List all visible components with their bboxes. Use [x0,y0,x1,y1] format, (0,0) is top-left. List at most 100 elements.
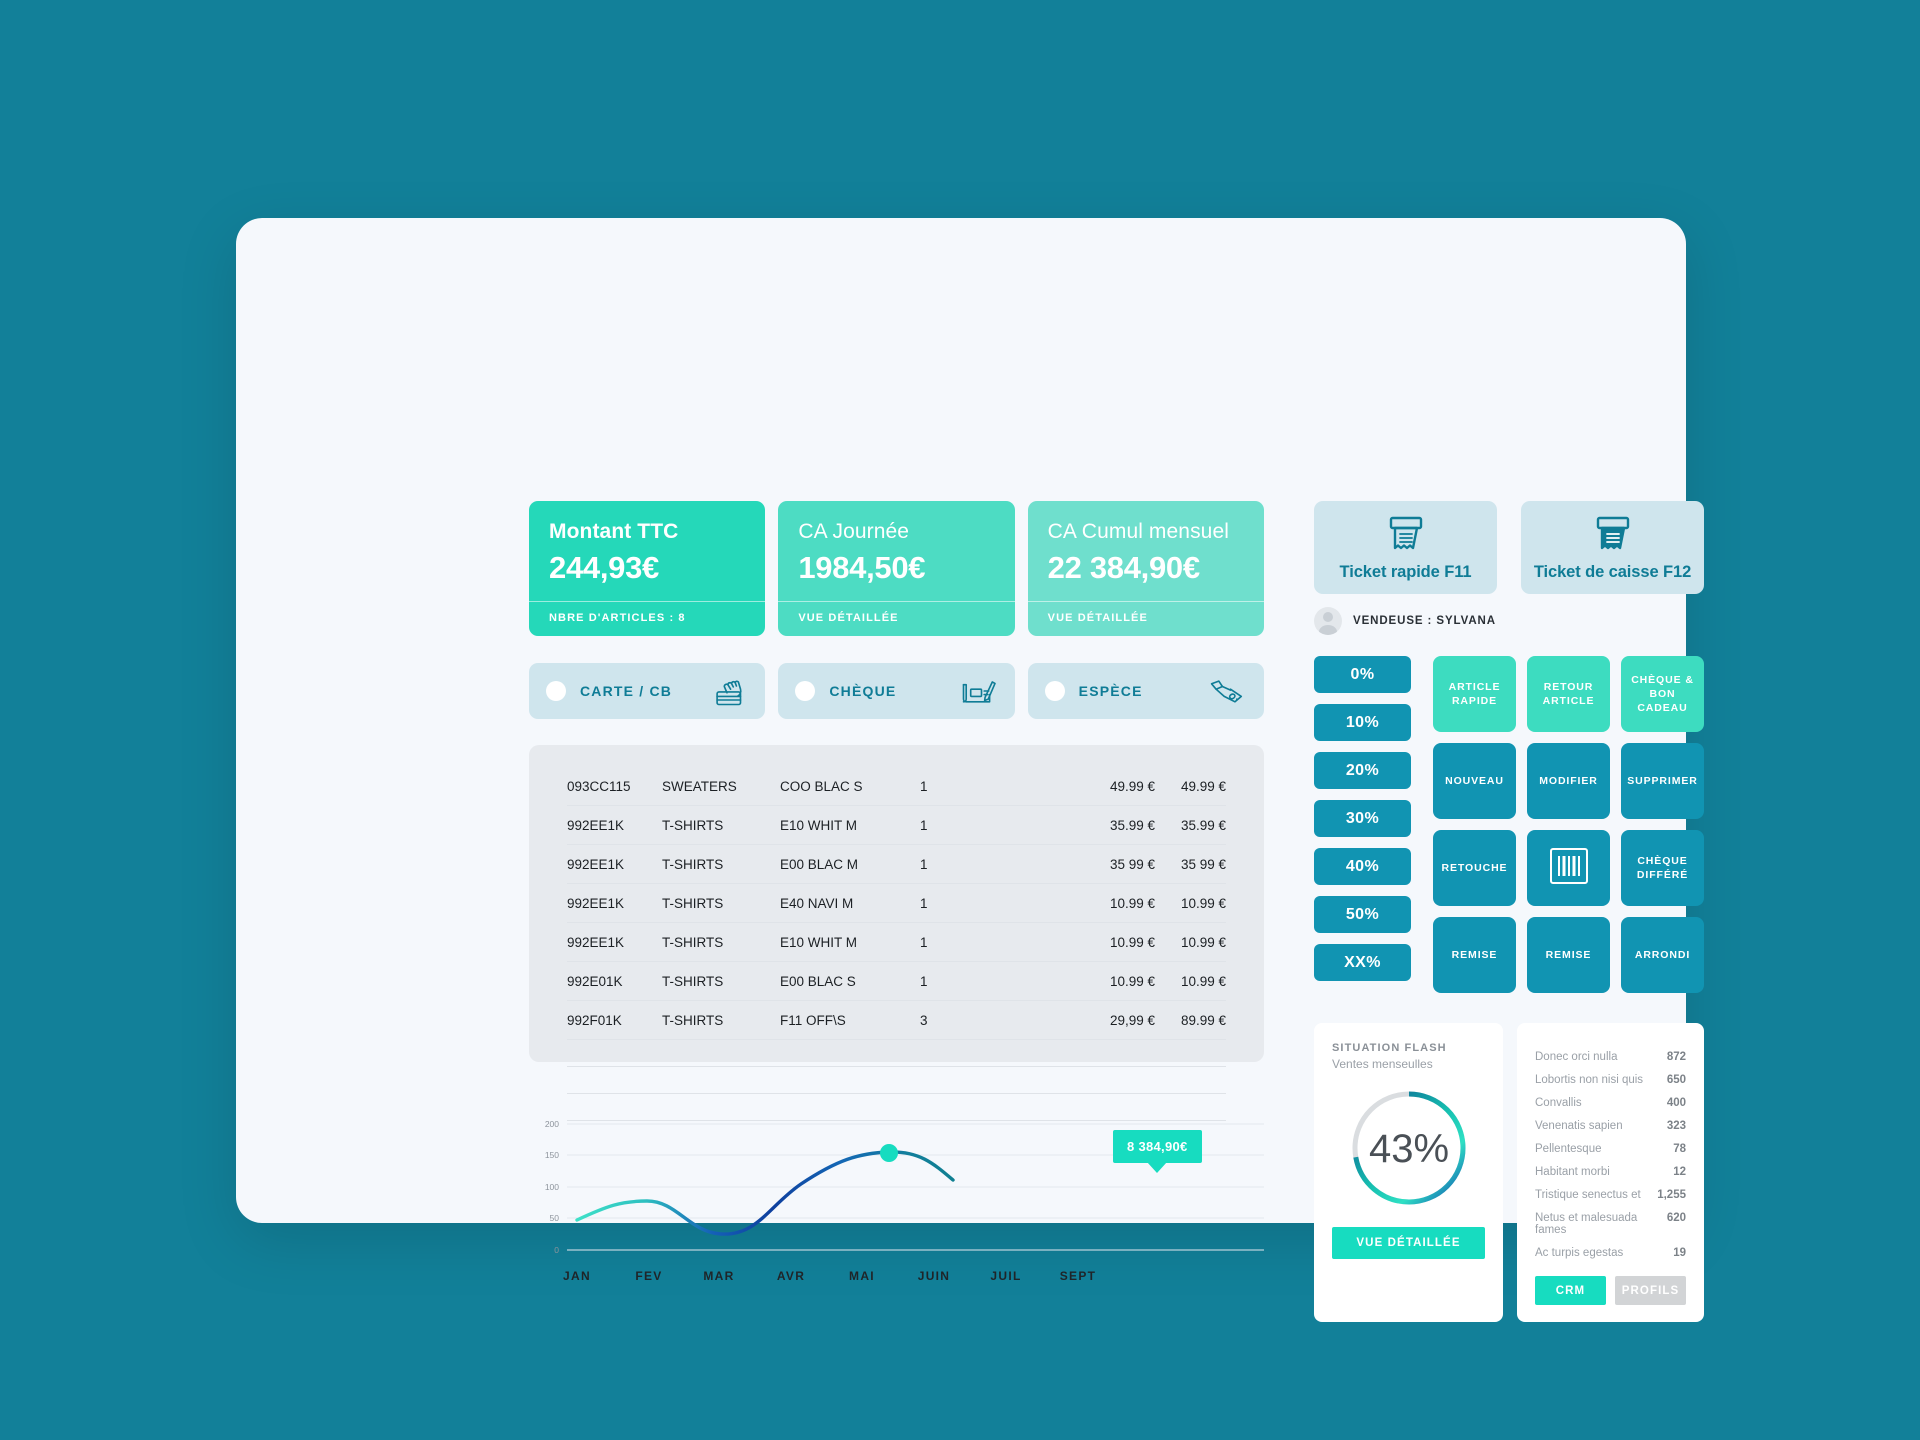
action-button-label: RETOUCHE [1441,861,1508,874]
table-row[interactable]: 992EE1K T-SHIRTS E10 WHIT M 1 35.99 €35.99 € [567,805,1226,845]
list-item-value: 12 [1673,1165,1686,1178]
list-item-value: 323 [1666,1119,1686,1132]
table-cell-total: 35.99 € [1155,805,1226,845]
list-item-label: Venenatis sapien [1535,1119,1623,1132]
action-button-label: MODIFIER [1539,774,1598,787]
list-item-label: Convallis [1535,1096,1582,1109]
list-item[interactable]: Netus et malesuada fames 620 [1535,1206,1686,1241]
table-cell-total: 35 99 € [1155,844,1226,884]
action-button-modifier[interactable]: MODIFIER [1527,743,1610,819]
discount-button-0-percent[interactable]: 0% [1314,656,1411,693]
ticket-buttons-row: Ticket rapide F11 Ticket de caisse F12 [1314,501,1704,594]
discount-button-20-percent[interactable]: 20% [1314,752,1411,789]
table-row[interactable]: 992EE1K T-SHIRTS E40 NAVI M 1 10.99 €10.99 € [567,883,1226,923]
table-cell-unit: 49.99 € [1040,767,1155,806]
action-button-barcode[interactable] [1527,830,1610,906]
revenue-line-chart[interactable]: 200 150 100 50 0 JAN FEV MAR AVR MAI JUI… [529,1108,1264,1286]
table-cell-total: 10.99 € [1155,922,1226,962]
table-cell-unit: 10.99 € [1040,961,1155,1001]
radio-espece[interactable] [1044,681,1065,701]
situation-flash-title: SITUATION FLASH [1332,1042,1447,1054]
list-item[interactable]: Donec orci nulla 872 [1535,1045,1686,1068]
discount-buttons-column: 0% 10% 20% 30% 40% 50% XX% [1314,656,1411,993]
summary-card-footer[interactable]: VUE DÉTAILLÉE [778,601,1015,636]
stats-cta-row: CRM PROFILS [1535,1276,1686,1305]
table-cell-qty: 1 [920,767,1040,806]
table-cell-ref: 992E01K [567,961,662,1001]
right-panel: Ticket rapide F11 Ticket de caisse F12 V… [1314,501,1704,1322]
profils-button[interactable]: PROFILS [1615,1276,1686,1305]
discount-button-xx-percent[interactable]: XX% [1314,944,1411,981]
list-item[interactable]: Habitant morbi 12 [1535,1160,1686,1183]
ticket-de-caisse-button[interactable]: Ticket de caisse F12 [1521,501,1704,594]
action-button-retour-article[interactable]: RETOUR ARTICLE [1527,656,1610,732]
list-item-value: 620 [1666,1211,1686,1224]
table-cell-empty [567,1039,1226,1067]
table-cell-category: T-SHIRTS [662,844,780,884]
summary-card-footer[interactable]: VUE DÉTAILLÉE [1027,601,1264,636]
summary-card-body: Montant TTC 244,93€ [529,501,765,601]
action-button-supprimer[interactable]: SUPPRIMER [1621,743,1704,819]
table-cell-desc: E00 BLAC M [780,844,920,884]
table-cell-desc: E10 WHIT M [780,922,920,962]
vendeuse-row[interactable]: VENDEUSE : SYLVANA [1314,607,1704,635]
action-button-article-rapide[interactable]: ARTICLE RAPIDE [1433,656,1516,732]
table-cell-category: T-SHIRTS [662,1000,780,1040]
payment-option-carte-cb[interactable]: CARTE / CB [529,663,766,719]
table-cell-category: T-SHIRTS [662,883,780,923]
table-cell-ref: 992EE1K [567,883,662,923]
cash-hand-icon [1204,673,1248,709]
action-button-label: RETOUR ARTICLE [1542,680,1595,707]
summary-card-footer[interactable]: NBRE D'ARTICLES : 8 [529,601,766,636]
table-row[interactable]: 992EE1K T-SHIRTS E10 WHIT M 1 10.99 €10.99 € [567,922,1226,962]
donut-chart[interactable]: 43% [1332,1085,1485,1211]
action-button-remise[interactable]: REMISE [1433,917,1516,993]
payment-option-espece[interactable]: ESPÈCE [1027,663,1264,719]
table-row[interactable]: 992F01K T-SHIRTS F11 OFF\S 3 29,99 €89.99 € [567,1000,1226,1040]
chart-line-series [575,1150,955,1236]
action-button-retouche[interactable]: RETOUCHE [1433,830,1516,906]
table-cell-desc: COO BLAC S [780,767,920,806]
items-table-card[interactable]: 093CC115 SWEATERS COO BLAC S 1 49.99 €49.99 … [529,745,1264,1121]
crm-button[interactable]: CRM [1535,1276,1606,1305]
discount-button-30-percent[interactable]: 30% [1314,800,1411,837]
table-row[interactable]: 992EE1K T-SHIRTS E00 BLAC M 1 35 99 €35 99 € [567,844,1226,884]
list-item-label: Habitant morbi [1535,1165,1610,1178]
action-button-arrondi[interactable]: ARRONDI [1621,917,1704,993]
radio-carte-cb[interactable] [546,681,566,701]
x-tick: JAN [563,1269,591,1283]
summary-card-ca-cumul-mensuel[interactable]: CA Cumul mensuel 22 384,90€ VUE DÉTAILLÉ… [1027,501,1264,636]
ticket-rapide-button[interactable]: Ticket rapide F11 [1314,501,1497,594]
discount-button-50-percent[interactable]: 50% [1314,896,1411,933]
table-cell-qty: 3 [920,1000,1040,1040]
situation-flash-vue-detaillee-button[interactable]: VUE DÉTAILLÉE [1332,1227,1485,1259]
summary-card-title: CA Journée [798,520,910,543]
list-item[interactable]: Pellentesque 78 [1535,1137,1686,1160]
radio-cheque[interactable] [795,681,816,701]
x-tick: SEPT [1060,1269,1097,1283]
table-cell-total: 10.99 € [1155,961,1226,1001]
summary-card-value: 244,93€ [549,550,659,585]
payment-option-cheque[interactable]: CHÈQUE [778,663,1015,719]
action-button-nouveau[interactable]: NOUVEAU [1433,743,1516,819]
list-item-label: Pellentesque [1535,1142,1602,1155]
ticket-button-label: Ticket de caisse F12 [1533,562,1692,581]
list-item-label: Lobortis non nisi quis [1535,1073,1644,1086]
chart-highlight-point[interactable] [880,1144,898,1162]
action-button-ch-que-diff-r[interactable]: CHÈQUE DIFFÉRÉ [1621,830,1704,906]
user-avatar-icon [1314,607,1342,635]
action-button-ch-que-bon-cadeau[interactable]: CHÈQUE & BON CADEAU [1621,656,1704,732]
action-button-remise[interactable]: REMISE [1527,917,1610,993]
summary-card-montant-ttc[interactable]: Montant TTC 244,93€ NBRE D'ARTICLES : 8 [529,501,766,636]
table-row[interactable]: 093CC115 SWEATERS COO BLAC S 1 49.99 €49.99 … [567,767,1226,806]
list-item[interactable]: Convallis 400 [1535,1091,1686,1114]
chart-x-ticks: JAN FEV MAR AVR MAI JUIN JUIL SEPT [563,1269,1097,1283]
list-item[interactable]: Ac turpis egestas 19 [1535,1241,1686,1264]
table-row[interactable]: 992E01K T-SHIRTS E00 BLAC S 1 10.99 €10.99 € [567,961,1226,1001]
list-item[interactable]: Tristique senectus et 1,255 [1535,1183,1686,1206]
discount-button-10-percent[interactable]: 10% [1314,704,1411,741]
list-item[interactable]: Lobortis non nisi quis 650 [1535,1068,1686,1091]
list-item[interactable]: Venenatis sapien 323 [1535,1114,1686,1137]
summary-card-ca-journee[interactable]: CA Journée 1984,50€ VUE DÉTAILLÉE [778,501,1015,636]
discount-button-40-percent[interactable]: 40% [1314,848,1411,885]
